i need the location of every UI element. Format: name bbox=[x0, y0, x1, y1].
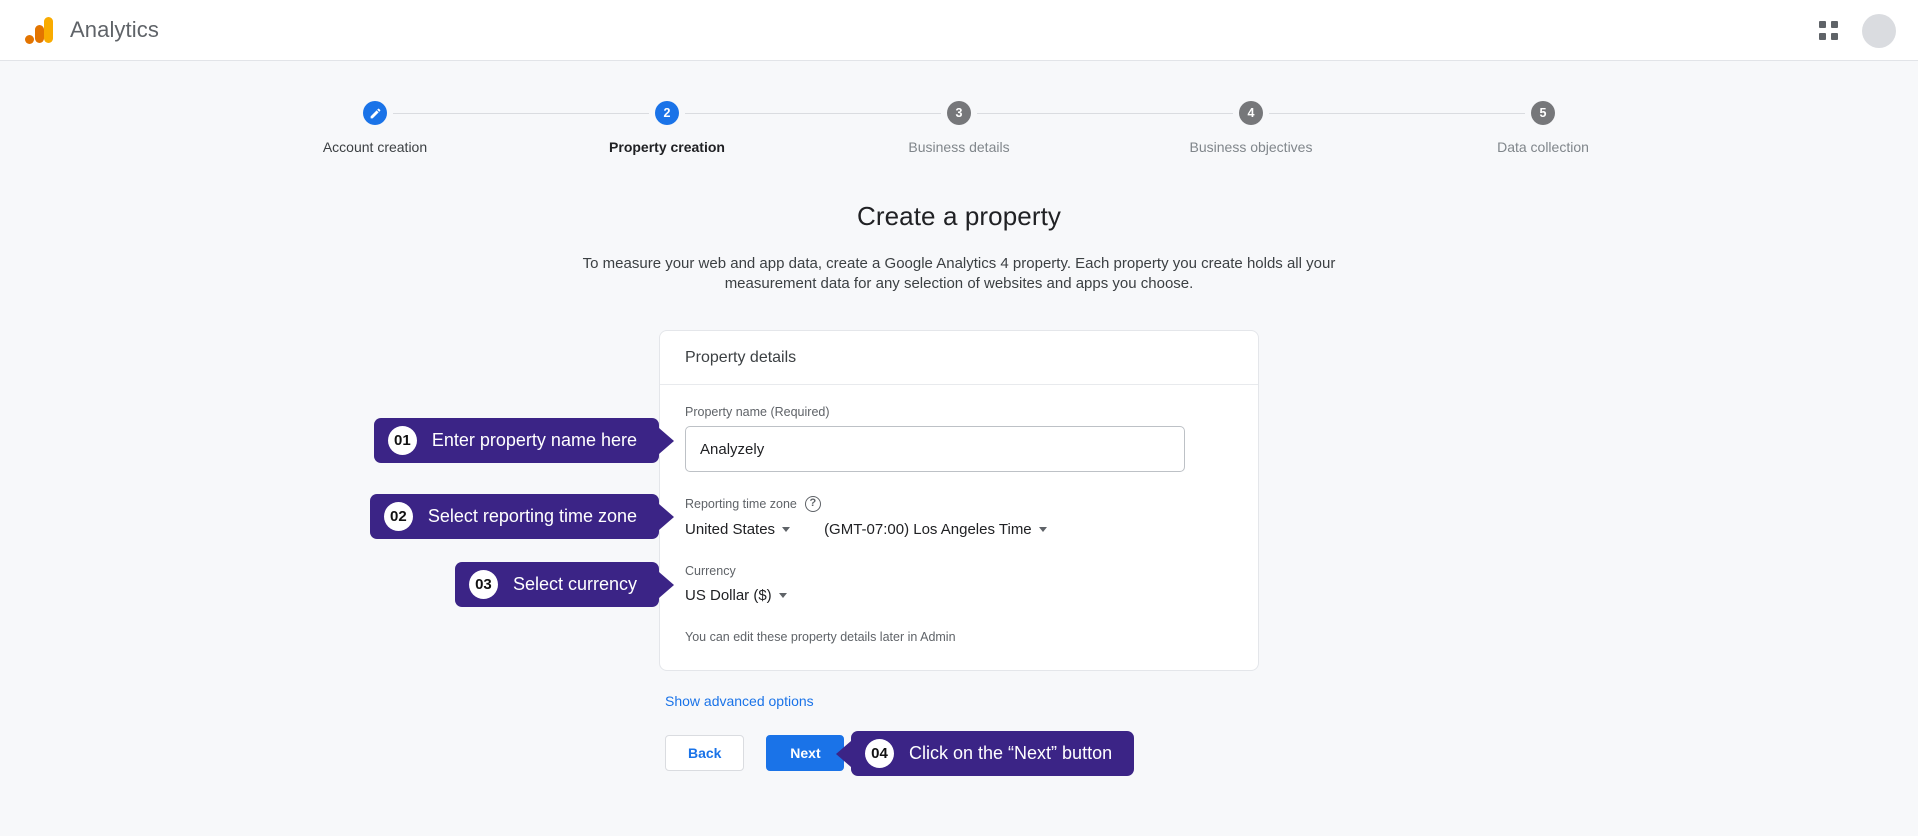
step-business-objectives[interactable]: 4 Business objectives bbox=[1105, 101, 1397, 155]
step-label-3: Business details bbox=[908, 139, 1010, 155]
chevron-down-icon bbox=[782, 527, 791, 532]
back-button[interactable]: Back bbox=[665, 735, 745, 771]
show-advanced-options-link[interactable]: Show advanced options bbox=[665, 693, 814, 709]
pencil-icon bbox=[370, 108, 380, 118]
step-circle-1[interactable] bbox=[363, 101, 387, 125]
step-data-collection[interactable]: 5 Data collection bbox=[1397, 101, 1689, 155]
step-business-details[interactable]: 3 Business details bbox=[813, 101, 1105, 155]
apps-grid-icon[interactable] bbox=[1816, 19, 1840, 43]
reporting-time-zone-label: Reporting time zone ? bbox=[685, 496, 1233, 512]
time-zone-offset-value: (GMT-07:00) Los Angeles Time bbox=[824, 521, 1032, 538]
callout-01-text: Enter property name here bbox=[431, 430, 637, 450]
property-details-section: Property details Property name (Required… bbox=[369, 330, 1259, 776]
callout-03-text: Select currency bbox=[512, 574, 637, 594]
property-name-field: Property name (Required) bbox=[685, 405, 1233, 472]
stepper-wrap: Account creation 2 Property creation 3 B… bbox=[0, 61, 1918, 155]
callout-03: 03 Select currency bbox=[454, 562, 659, 607]
avatar[interactable] bbox=[1862, 13, 1896, 48]
time-zone-country-value: United States bbox=[685, 521, 776, 538]
app-header: Analytics bbox=[0, 0, 1918, 61]
time-zone-selects: United States (GMT-07:00) Los Angeles Ti… bbox=[685, 519, 1233, 540]
property-name-input[interactable] bbox=[685, 426, 1185, 472]
step-label-1: Account creation bbox=[322, 139, 428, 155]
card-title: Property details bbox=[660, 331, 1258, 385]
currency-label: Currency bbox=[685, 564, 736, 578]
callout-01: 01 Enter property name here bbox=[373, 418, 659, 463]
help-circle-icon[interactable]: ? bbox=[804, 496, 821, 512]
callout-02-number: 02 bbox=[383, 502, 413, 531]
form-actions: Back Next 04 Click on the “Next” button bbox=[659, 731, 1259, 776]
callout-04-number: 04 bbox=[865, 739, 894, 768]
reporting-time-zone-field: Reporting time zone ? United States (GMT… bbox=[685, 496, 1233, 540]
step-label-5: Data collection bbox=[1497, 139, 1589, 155]
reporting-time-zone-label-text: Reporting time zone bbox=[685, 497, 797, 511]
card-body: Property name (Required) Reporting time … bbox=[660, 385, 1258, 670]
page-description: To measure your web and app data, create… bbox=[582, 255, 1336, 292]
callout-01-number: 01 bbox=[387, 426, 417, 455]
callout-04-text: Click on the “Next” button bbox=[909, 743, 1113, 763]
step-account-creation[interactable]: Account creation bbox=[229, 101, 521, 155]
currency-value: US Dollar ($) bbox=[685, 587, 772, 604]
currency-select[interactable]: US Dollar ($) bbox=[685, 585, 787, 606]
time-zone-country-select[interactable]: United States bbox=[685, 519, 791, 540]
time-zone-offset-select[interactable]: (GMT-07:00) Los Angeles Time bbox=[824, 519, 1047, 540]
callout-03-number: 03 bbox=[468, 570, 498, 599]
brand[interactable]: Analytics bbox=[24, 15, 159, 45]
step-circle-2[interactable]: 2 bbox=[655, 101, 679, 125]
page-title: Create a property bbox=[856, 201, 1062, 231]
card-hint: You can edit these property details late… bbox=[685, 630, 956, 644]
stepper: Account creation 2 Property creation 3 B… bbox=[229, 101, 1689, 155]
property-name-label: Property name (Required) bbox=[685, 405, 830, 419]
next-button[interactable]: Next bbox=[766, 735, 845, 771]
brand-title: Analytics bbox=[70, 17, 159, 42]
step-circle-3[interactable]: 3 bbox=[947, 101, 971, 125]
chevron-down-icon bbox=[778, 593, 787, 598]
step-label-2: Property creation bbox=[609, 139, 725, 155]
header-right bbox=[1816, 0, 1896, 61]
step-circle-4[interactable]: 4 bbox=[1239, 101, 1263, 125]
currency-field: Currency US Dollar ($) bbox=[685, 564, 1233, 606]
step-property-creation[interactable]: 2 Property creation bbox=[521, 101, 813, 155]
property-details-card: Property details Property name (Required… bbox=[659, 330, 1259, 671]
google-analytics-logo bbox=[24, 15, 54, 45]
callout-02-text: Select reporting time zone bbox=[427, 506, 637, 526]
chevron-down-icon bbox=[1038, 527, 1047, 532]
callout-02: 02 Select reporting time zone bbox=[369, 494, 659, 539]
step-label-4: Business objectives bbox=[1189, 139, 1313, 155]
callout-04: 04 Click on the “Next” button bbox=[851, 731, 1135, 776]
step-circle-5[interactable]: 5 bbox=[1531, 101, 1555, 125]
